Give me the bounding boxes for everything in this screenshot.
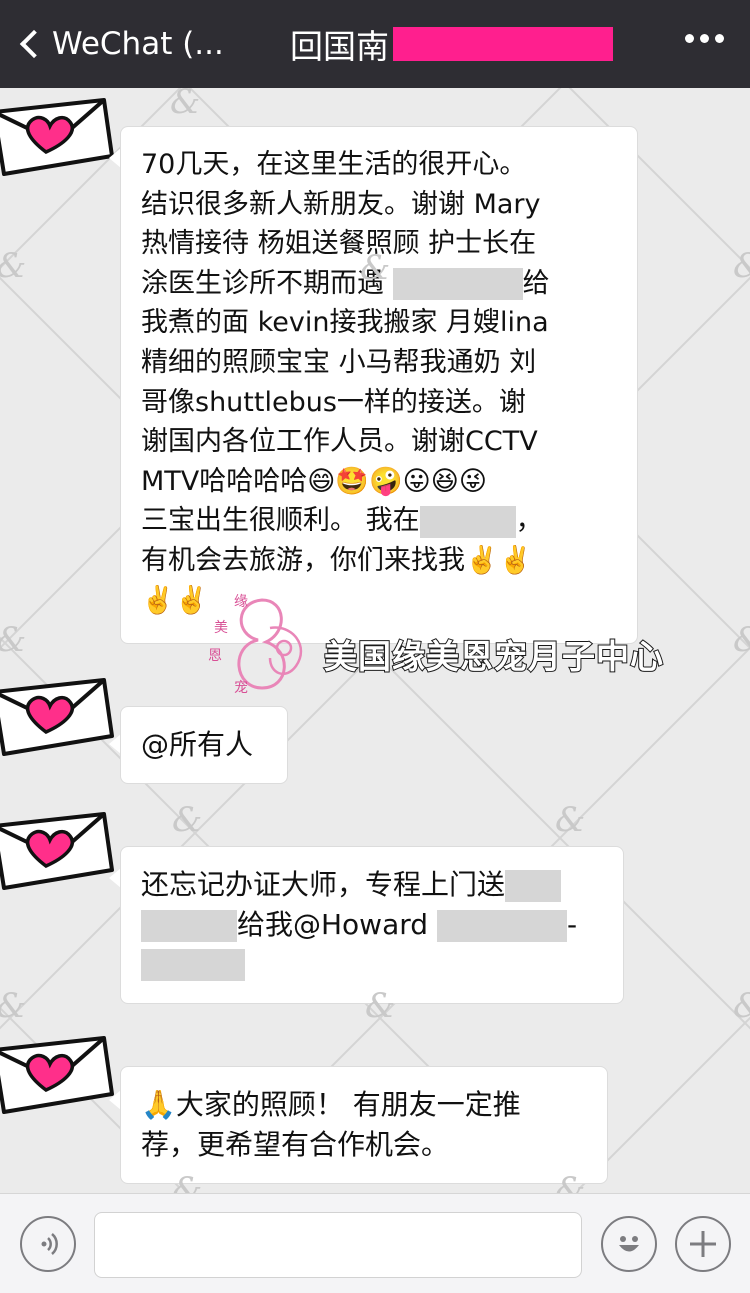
sender-avatar[interactable]	[0, 1030, 118, 1120]
message-line: 谢国内各位工作人员。谢谢CCTV	[141, 422, 617, 462]
message-line: MTV哈哈哈哈😄🤩🤪😛😆😜	[141, 462, 617, 502]
message-text: 给我@Howard	[237, 907, 437, 941]
message-line: 精细的照顾宝宝 小马帮我通奶 刘	[141, 343, 617, 383]
chat-title: 回国南	[290, 27, 389, 66]
brand-logo-mark: 缘 美 恩 宠	[208, 594, 303, 696]
redacted-text	[141, 949, 245, 981]
message-text: 我煮的面 kevin接我搬家 月嫂lina	[141, 307, 549, 339]
message-text: 🙏大家的照顾！ 有朋友一定推	[141, 1088, 521, 1121]
message-line: 还忘记办证大师，专程上门送	[141, 865, 603, 905]
input-bar	[0, 1193, 750, 1293]
message-bubble[interactable]: 还忘记办证大师，专程上门送给我@Howard -	[120, 846, 624, 1004]
message-text: 荐，更希望有合作机会。	[141, 1127, 450, 1161]
message-text: @所有人	[141, 728, 254, 761]
emoji-button[interactable]	[601, 1216, 657, 1272]
message-line: 三宝出生很顺利。 我在 ，	[141, 501, 617, 541]
message-text: 结识很多新人新朋友。谢谢 Mary	[141, 188, 541, 220]
sender-avatar[interactable]	[0, 672, 118, 762]
message-text: ，	[515, 505, 543, 537]
message-line: 荐，更希望有合作机会。	[141, 1125, 587, 1165]
message-text: ✌️✌️	[141, 584, 209, 616]
redacted-text	[392, 268, 523, 301]
message-line: 给我@Howard -	[141, 905, 603, 945]
message-text: 三宝出生很顺利。 我在	[141, 505, 420, 537]
back-chevron-icon	[19, 29, 49, 59]
title-redaction	[393, 27, 613, 61]
message-text: 给	[522, 267, 550, 299]
message-line: 我煮的面 kevin接我搬家 月嫂lina	[141, 303, 617, 343]
logo-char: 缘	[234, 594, 248, 610]
message-input[interactable]	[94, 1212, 582, 1278]
message-text: 热情接待 杨姐送餐照顾 护士长在	[141, 228, 537, 260]
message-line: @所有人	[141, 725, 267, 765]
message-text: 精细的照顾宝宝 小马帮我通奶 刘	[141, 346, 537, 378]
logo-char: 恩	[208, 648, 222, 664]
voice-icon	[41, 1233, 58, 1255]
more-icon[interactable]	[685, 34, 724, 43]
message-text: 70几天，在这里生活的很开心。	[141, 149, 527, 180]
message-text: MTV哈哈哈哈😄🤩🤪😛😆😜	[141, 465, 488, 497]
message-bubble[interactable]: 🙏大家的照顾！ 有朋友一定推 荐，更希望有合作机会。	[120, 1066, 608, 1184]
message-text: 还忘记办证大师，专程上门送	[141, 868, 506, 901]
message-line	[141, 944, 603, 984]
voice-button[interactable]	[20, 1216, 76, 1272]
message-line: 🙏大家的照顾！ 有朋友一定推	[141, 1085, 587, 1125]
message-line: 哥像shuttlebus一样的接送。谢	[141, 383, 617, 423]
chat-area: 70几天，在这里生活的很开心。 结识很多新人新朋友。谢谢 Mary 热情接待 杨姐送…	[0, 88, 750, 1193]
message-text: 涂医生诊所不期而遇	[141, 267, 393, 299]
chat-title-area: 回国南	[290, 22, 613, 66]
plus-icon	[690, 1231, 716, 1257]
message-line: 有机会去旅游，你们来找我✌️✌️	[141, 541, 617, 581]
message-line: 结识很多新人新朋友。谢谢 Mary	[141, 185, 617, 225]
message-line: 70几天，在这里生活的很开心。	[141, 145, 617, 185]
message-bubble[interactable]: 70几天，在这里生活的很开心。 结识很多新人新朋友。谢谢 Mary 热情接待 杨姐送…	[120, 126, 638, 644]
redacted-text	[436, 909, 567, 942]
message-bubble[interactable]: @所有人	[120, 706, 288, 784]
message-text: -	[566, 907, 578, 941]
back-button[interactable]: WeChat (...	[18, 22, 224, 66]
message-text: 有机会去旅游，你们来找我✌️✌️	[141, 544, 533, 576]
redacted-text	[505, 870, 562, 902]
sender-avatar[interactable]	[0, 806, 118, 896]
message-text: 谢国内各位工作人员。谢谢CCTV	[141, 426, 538, 458]
redacted-text	[419, 505, 516, 538]
emoji-icon	[619, 1236, 639, 1252]
message-text: 哥像shuttlebus一样的接送。谢	[141, 386, 526, 418]
logo-char: 美	[214, 620, 228, 636]
redacted-text	[141, 909, 237, 942]
chat-header: WeChat (... 回国南	[0, 0, 750, 88]
logo-char: 宠	[234, 680, 248, 696]
brand-logo-text: 美国缘美恩宠月子中心	[323, 636, 664, 677]
sender-avatar[interactable]	[0, 92, 118, 182]
back-label: WeChat (...	[52, 26, 224, 62]
plus-button[interactable]	[675, 1216, 731, 1272]
brand-logo-watermark: 缘 美 恩 宠 美国缘美恩宠月子中心	[200, 588, 730, 698]
